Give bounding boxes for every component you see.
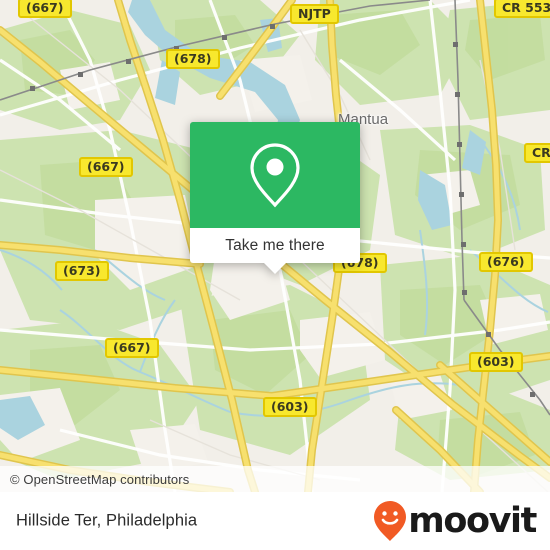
moovit-wordmark: moovit <box>408 500 537 541</box>
road-shield[interactable]: (676) <box>479 252 533 272</box>
road-shield[interactable]: CR 5 <box>524 143 550 163</box>
map-screenshot: Mantua (667) (678) NJTP CR 553 (667) CR … <box>0 0 550 550</box>
road-shield[interactable]: (667) <box>18 0 72 18</box>
road-shield[interactable]: (603) <box>469 352 523 372</box>
footer-bar: Hillside Ter, Philadelphia moovit <box>0 492 550 550</box>
moovit-logo[interactable]: moovit <box>373 500 537 542</box>
road-shield[interactable]: CR 553 <box>494 0 550 18</box>
map-attribution: © OpenStreetMap contributors <box>0 466 550 492</box>
road-shield[interactable]: (667) <box>105 338 159 358</box>
map-pin-icon <box>250 143 300 208</box>
road-shield[interactable]: NJTP <box>290 4 339 24</box>
attribution-text: © OpenStreetMap contributors <box>10 471 190 487</box>
road-shield[interactable]: (667) <box>79 157 133 177</box>
take-me-there-button[interactable]: Take me there <box>190 228 360 263</box>
road-shield[interactable]: (673) <box>55 261 109 281</box>
popup-pin-area <box>190 122 360 228</box>
destination-popup[interactable]: Take me there <box>190 122 360 274</box>
location-title: Hillside Ter, Philadelphia <box>16 511 198 530</box>
map-canvas[interactable]: Mantua (667) (678) NJTP CR 553 (667) CR … <box>0 0 550 492</box>
road-shield[interactable]: (603) <box>263 397 317 417</box>
road-shield[interactable]: (678) <box>166 49 220 69</box>
take-me-there-label: Take me there <box>225 236 325 254</box>
popup-pointer-tail <box>264 263 286 274</box>
moovit-pin-smiley-icon <box>374 501 407 541</box>
